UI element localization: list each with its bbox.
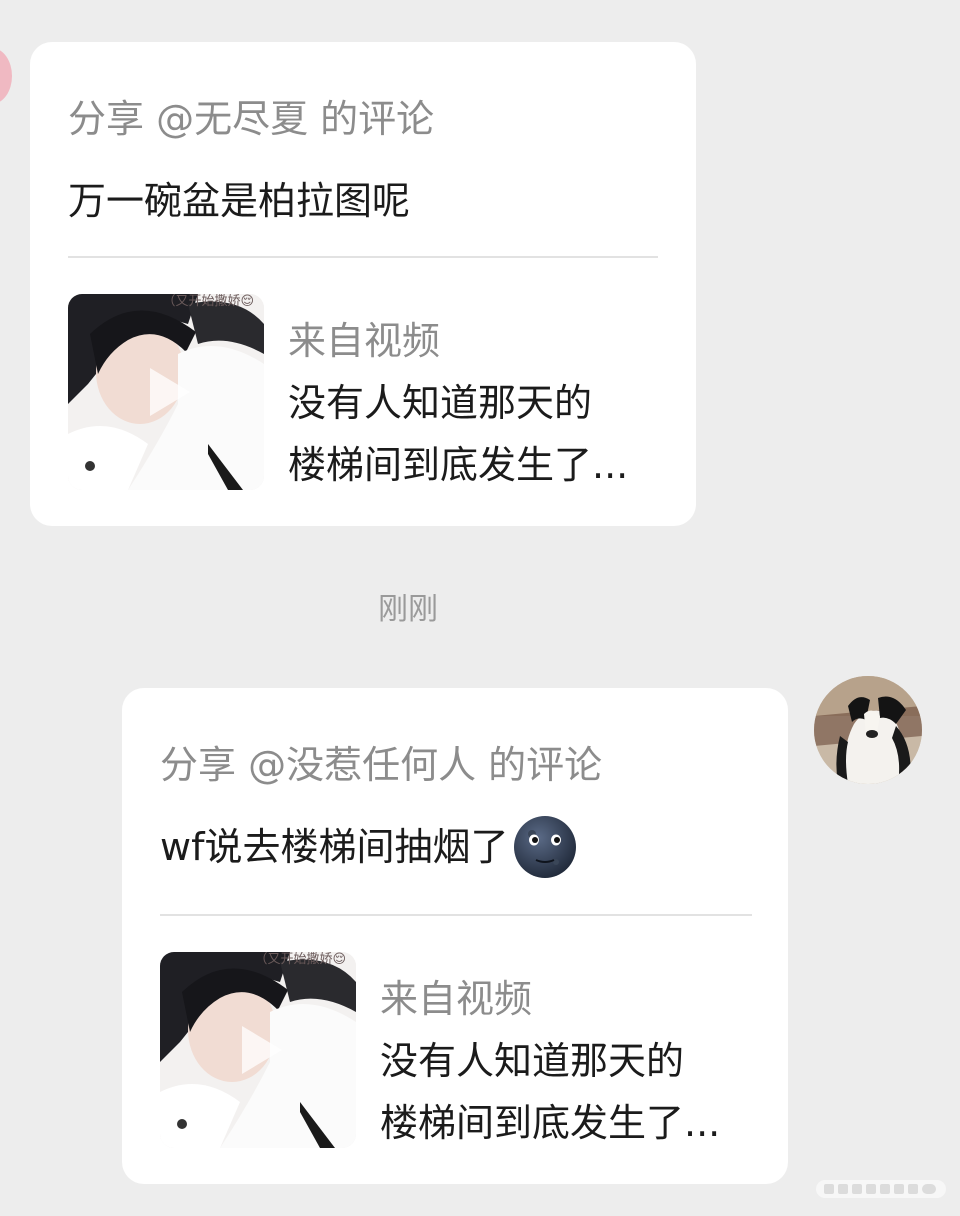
watermark-icon	[816, 1180, 946, 1198]
new-moon-face-icon	[514, 815, 577, 878]
comment-text: 万一碗盆是柏拉图呢	[68, 179, 411, 223]
divider	[160, 914, 752, 916]
video-title-line: 楼梯间到底发生了...	[380, 1101, 721, 1145]
video-title-line: 没有人知道那天的	[288, 381, 593, 425]
comment-text: wf说去楼梯间抽烟了	[160, 815, 578, 880]
sender-avatar[interactable]	[0, 48, 12, 104]
video-title-line: 楼梯间到底发生了...	[288, 443, 629, 487]
comment-body: wf说去楼梯间抽烟了	[160, 825, 509, 869]
video-source-label: 来自视频	[288, 319, 441, 363]
message-bubble-sent[interactable]: 分享 @没惹任何人 的评论 wf说去楼梯间抽烟了 （又开始撒娇😌 来自视频 没有…	[122, 688, 788, 1184]
thumbnail-caption: （又开始撒娇😌	[162, 294, 254, 309]
dog-avatar-image	[814, 676, 922, 784]
thumbnail-caption: （又开始撒娇😌	[254, 952, 346, 967]
play-icon[interactable]	[134, 360, 198, 424]
share-header: 分享 @没惹任何人 的评论	[160, 743, 603, 787]
video-title[interactable]: 没有人知道那天的 楼梯间到底发生了...	[288, 372, 668, 496]
share-header: 分享 @无尽夏 的评论	[68, 97, 435, 141]
video-source-label: 来自视频	[380, 977, 533, 1021]
video-title[interactable]: 没有人知道那天的 楼梯间到底发生了...	[380, 1030, 760, 1154]
divider	[68, 256, 658, 258]
message-bubble-received[interactable]: 分享 @无尽夏 的评论 万一碗盆是柏拉图呢 （又开始撒娇😌 来自视频 没有人知道…	[30, 42, 696, 526]
message-timestamp: 刚刚	[378, 592, 438, 627]
user-avatar[interactable]	[814, 676, 922, 784]
play-icon[interactable]	[226, 1018, 290, 1082]
video-title-line: 没有人知道那天的	[380, 1039, 685, 1083]
video-thumbnail[interactable]: （又开始撒娇😌	[68, 294, 264, 490]
video-thumbnail[interactable]: （又开始撒娇😌	[160, 952, 356, 1148]
